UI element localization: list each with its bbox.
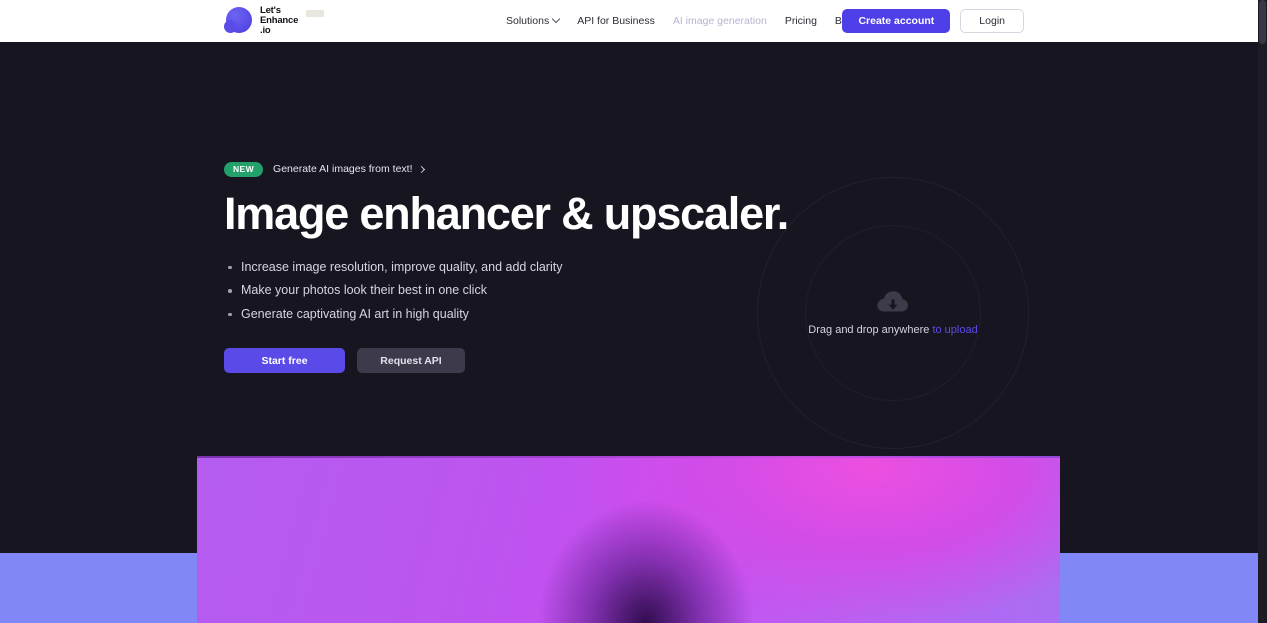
- page-root: NEW Generate AI images from text! Image …: [0, 0, 1267, 623]
- hero-announcement[interactable]: NEW Generate AI images from text!: [224, 162, 744, 177]
- nav-label: Pricing: [784, 15, 817, 27]
- hero-cta-row: Start free Request API: [224, 348, 744, 374]
- showcase-top-edge: [197, 456, 1060, 458]
- header-actions: Create account Login: [842, 0, 1024, 42]
- hero-content: NEW Generate AI images from text! Image …: [224, 162, 789, 374]
- nav-label: Solutions: [506, 15, 550, 27]
- list-item: Generate captivating AI art in high qual…: [224, 306, 744, 323]
- page-scrollbar-track[interactable]: [1258, 0, 1267, 623]
- nav-label: AI image generation: [672, 15, 767, 27]
- lets-enhance-blob-logo-icon: [224, 6, 254, 36]
- main-navigation: Solutions API for Business AI image gene…: [506, 0, 856, 42]
- login-button[interactable]: Login: [960, 9, 1024, 33]
- create-account-button[interactable]: Create account: [842, 9, 951, 33]
- list-item: Make your photos look their best in one …: [224, 282, 744, 299]
- logo-accent-bar: [306, 10, 325, 17]
- showcase-image: [197, 456, 1060, 623]
- upload-link[interactable]: to upload: [932, 324, 977, 336]
- nav-label: API for Business: [577, 15, 655, 27]
- nav-item-api-for-business[interactable]: API for Business: [577, 15, 655, 27]
- page-scrollbar-thumb[interactable]: [1259, 0, 1266, 44]
- cloud-upload-icon: [877, 291, 908, 312]
- chevron-down-icon: [551, 14, 561, 24]
- site-logo[interactable]: Let's Enhance .io: [224, 4, 325, 38]
- request-api-button[interactable]: Request API: [357, 348, 465, 374]
- chevron-right-icon: [417, 165, 425, 173]
- announcement-label: Generate AI images from text!: [273, 163, 413, 176]
- nav-item-ai-image-generation[interactable]: AI image generation: [673, 15, 767, 27]
- start-free-button[interactable]: Start free: [224, 348, 345, 374]
- site-header: Let's Enhance .io Solutions API for Busi…: [0, 0, 1258, 42]
- announcement-link[interactable]: Generate AI images from text!: [273, 163, 425, 176]
- new-badge: NEW: [224, 162, 264, 177]
- upload-dropzone[interactable]: Drag and drop anywhere to upload: [757, 177, 1029, 449]
- logo-line-3: .io: [260, 25, 271, 37]
- page-title: Image enhancer & upscaler.: [224, 187, 789, 239]
- dropzone-content: Drag and drop anywhere to upload: [757, 177, 1029, 449]
- nav-item-pricing[interactable]: Pricing: [785, 15, 817, 27]
- dropzone-main-text: Drag and drop anywhere: [808, 324, 930, 336]
- hero-section: NEW Generate AI images from text! Image …: [0, 42, 1267, 456]
- logo-wordmark: Let's Enhance .io: [260, 5, 298, 37]
- dropzone-text: Drag and drop anywhere to upload: [808, 324, 977, 336]
- list-item: Increase image resolution, improve quali…: [224, 259, 744, 276]
- hero-benefit-list: Increase image resolution, improve quali…: [224, 259, 744, 323]
- nav-item-solutions[interactable]: Solutions: [506, 14, 561, 27]
